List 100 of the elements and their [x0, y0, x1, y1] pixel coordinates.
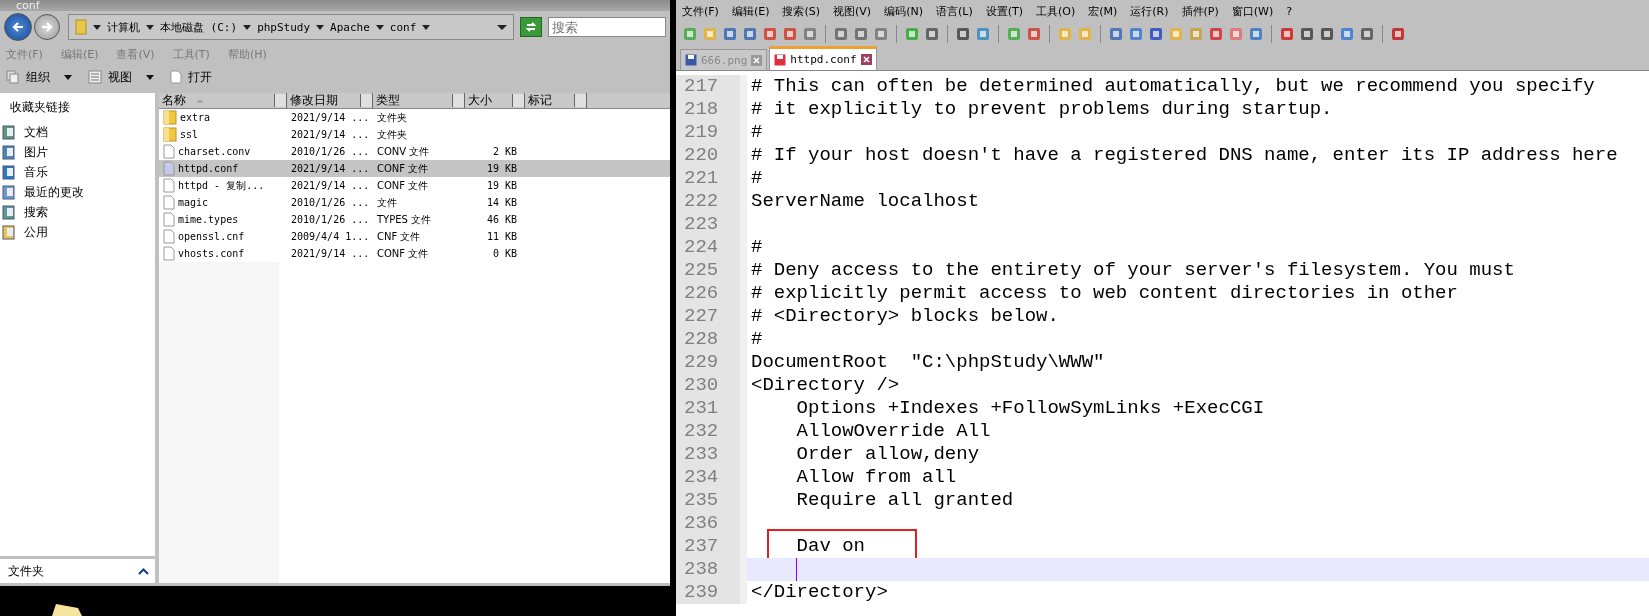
folders-label: 文件夹: [8, 562, 44, 580]
file-size: 46 KB: [486, 214, 517, 225]
favorite-link[interactable]: 图片: [0, 142, 155, 162]
dropdown-arrow-icon[interactable]: [375, 24, 384, 30]
breadcrumb[interactable]: conf: [389, 20, 417, 34]
collapse-chevron-icon[interactable]: [138, 567, 149, 575]
dropdown-arrow-icon[interactable]: [497, 24, 507, 30]
document-icon: [170, 70, 182, 84]
file-row[interactable]: mime.types 2010/1/26 ... TYPES 文件 46 KB: [159, 211, 670, 228]
address-bar[interactable]: 计算机 本地磁盘 (C:) phpStudy Apache conf: [68, 14, 514, 40]
refresh-button[interactable]: [520, 17, 542, 37]
file-row[interactable]: ssl 2021/9/14 ... 文件夹: [159, 126, 670, 143]
code-line: #: [751, 328, 763, 350]
breadcrumb[interactable]: 本地磁盘 (C:): [160, 19, 238, 35]
folders-pane-header[interactable]: 文件夹: [0, 556, 155, 583]
menu-item[interactable]: 窗口(W): [1231, 3, 1274, 19]
file-row[interactable]: charset.conv 2010/1/26 ... CONV 文件 2 KB: [159, 143, 670, 160]
file-row[interactable]: httpd.conf 2021/9/14 ... CONF 文件 19 KB: [159, 160, 670, 177]
search-field[interactable]: 搜索: [548, 17, 666, 37]
file-date: 2009/4/4 1...: [291, 231, 370, 242]
menu-item[interactable]: 语言(L): [935, 3, 973, 19]
column-dropdown-icon[interactable]: [274, 94, 286, 107]
file-row[interactable]: extra 2021/9/14 ... 文件夹: [159, 109, 670, 126]
file-row[interactable]: openssl.cnf 2009/4/4 1... CNF 文件 11 KB: [159, 228, 670, 245]
toolbar-button[interactable]: 打开: [170, 68, 212, 86]
column-dropdown-icon[interactable]: [452, 94, 464, 107]
back-button[interactable]: [4, 13, 32, 41]
menu-item[interactable]: 视图(V): [833, 3, 872, 19]
line-number: 237: [676, 535, 747, 558]
menu-item[interactable]: 设置(T): [985, 3, 1023, 19]
code-line: Options +Indexes +FollowSymLinks +ExecCGI: [795, 397, 1265, 419]
forward-button[interactable]: [34, 14, 60, 40]
toolbar-button[interactable]: 组织: [6, 68, 72, 86]
column-header[interactable]: 标记: [525, 93, 587, 108]
file-size: 11 KB: [486, 231, 517, 242]
favorite-link[interactable]: 音乐: [0, 162, 155, 182]
file-icon: [163, 178, 175, 193]
file-type: CONF 文件: [377, 178, 429, 193]
file-size: 19 KB: [486, 163, 517, 174]
column-header[interactable]: 类型: [373, 93, 465, 108]
file-type: 文件夹: [377, 110, 407, 125]
refresh-icon: [524, 20, 538, 34]
line-number: 225: [676, 259, 747, 282]
dropdown-arrow-icon[interactable]: [146, 24, 154, 30]
dropdown-arrow-icon[interactable]: [316, 24, 325, 30]
sort-arrow-icon: [196, 98, 204, 103]
file-row[interactable]: httpd - 复制... 2021/9/14 ... CONF 文件 19 KB: [159, 177, 670, 194]
column-header[interactable]: 大小: [465, 93, 525, 108]
line-number: 218: [676, 98, 747, 121]
file-type: TYPES 文件: [377, 212, 432, 227]
breadcrumb[interactable]: 计算机: [107, 19, 140, 35]
breadcrumb[interactable]: phpStudy: [257, 20, 311, 34]
line-number: 220: [676, 144, 747, 167]
line-number: 221: [676, 167, 747, 190]
code-line: #: [751, 121, 763, 143]
column-dropdown-icon[interactable]: [360, 94, 372, 107]
code-line: Allow from all: [795, 466, 957, 488]
dropdown-arrow-icon[interactable]: [93, 24, 101, 30]
favorites-heading: 收藏夹链接: [9, 99, 71, 116]
dropdown-arrow-icon[interactable]: [243, 24, 252, 30]
code-line: Require all granted: [795, 489, 1014, 511]
column-header[interactable]: 修改日期: [287, 93, 373, 108]
file-type: CONF 文件: [377, 246, 429, 261]
dropdown-arrow-icon: [146, 74, 154, 80]
line-number: 230: [676, 374, 747, 397]
menu-item[interactable]: ?: [1286, 4, 1293, 18]
menu-item[interactable]: 编辑(E): [731, 3, 770, 19]
favorite-link[interactable]: 搜索: [0, 202, 155, 222]
menu-item[interactable]: 搜索(S): [782, 3, 821, 19]
code-line: # This can often be determined automatically, but we recommend you specify: [751, 75, 1595, 97]
code-line: </Directory>: [751, 581, 888, 603]
menu-item[interactable]: 运行(R): [1130, 3, 1169, 19]
line-number: 231: [676, 397, 747, 420]
dropdown-arrow-icon[interactable]: [422, 24, 431, 30]
file-name: mime.types: [178, 214, 239, 225]
code-line: #: [751, 236, 763, 258]
toolbar-button[interactable]: 视图: [88, 68, 154, 86]
breadcrumb[interactable]: Apache: [330, 20, 370, 34]
column-dropdown-icon[interactable]: [512, 94, 524, 107]
code-line: #: [751, 167, 763, 189]
column-header[interactable]: 名称: [159, 93, 287, 108]
code-line: Dav on: [795, 535, 866, 557]
file-row[interactable]: magic 2010/1/26 ... 文件 14 KB: [159, 194, 670, 211]
menu-item[interactable]: 宏(M): [1088, 3, 1118, 19]
file-name: magic: [178, 197, 209, 208]
favorite-link[interactable]: 公用: [0, 222, 155, 242]
line-number: 224: [676, 236, 747, 259]
column-dropdown-icon[interactable]: [574, 94, 586, 107]
line-number: 217: [676, 75, 747, 98]
menu-item[interactable]: 工具(O): [1036, 3, 1076, 19]
file-name: vhosts.conf: [178, 248, 245, 259]
favorite-link[interactable]: 最近的更改: [0, 182, 155, 202]
menu-item[interactable]: 文件(F): [682, 3, 719, 19]
editor-tab[interactable]: httpd.conf: [769, 46, 877, 70]
line-number: 238: [676, 558, 747, 581]
favorite-link[interactable]: 文档: [0, 122, 155, 142]
menu-item[interactable]: 插件(P): [1181, 3, 1219, 19]
menu-item[interactable]: 编码(N): [884, 3, 923, 19]
document-icon: [2, 124, 16, 140]
file-row[interactable]: vhosts.conf 2021/9/14 ... CONF 文件 0 KB: [159, 245, 670, 262]
